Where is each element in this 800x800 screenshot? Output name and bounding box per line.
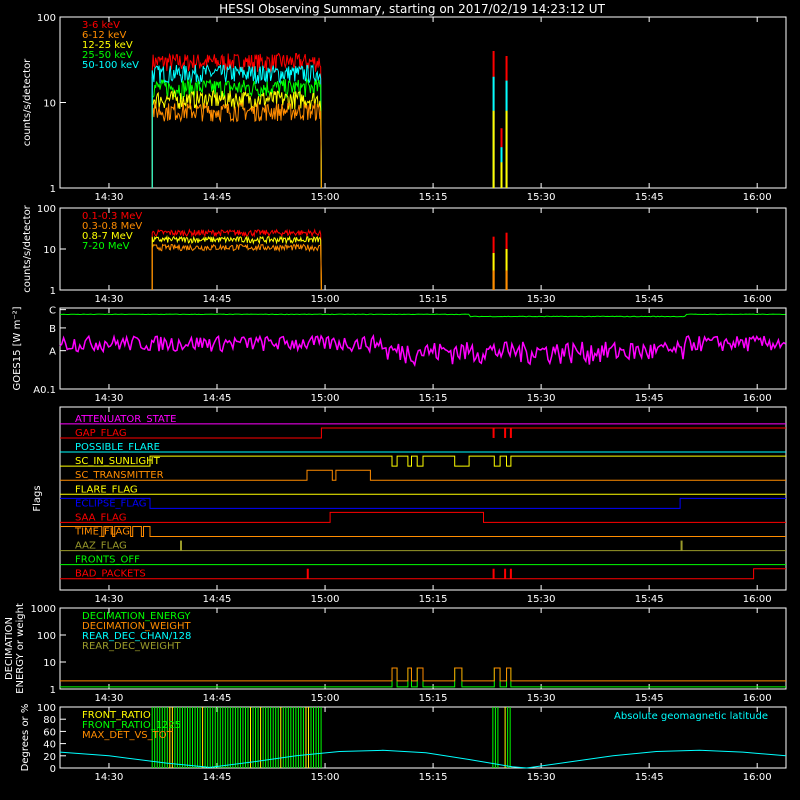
panel5-xtick-label: 16:00 [743,693,772,704]
panel5-xtick-label: 15:45 [635,693,664,704]
panel3-xtick-label: 15:00 [311,393,340,404]
panel1-xtick-label: 15:30 [527,192,556,203]
panel4-xtick-label: 16:00 [743,594,772,605]
panel3-ytick-label: B [49,324,56,335]
panel2-ylabel: counts/s/detector [22,204,33,292]
panel1-ytick-label: 10 [43,99,56,110]
panel2-xtick-label: 15:45 [635,294,664,305]
panel5-ytick-label: 1000 [31,604,56,615]
panel6-legend-item: MAX_DET_VS_TOT [82,730,174,741]
panel4-flag-label: SC_IN_SUNLIGHT [75,456,161,467]
panel5-legend-item: REAR_DEC_WEIGHT [82,641,181,652]
panel6-xtick-label: 15:45 [635,772,664,783]
panel2-xtick-label: 15:00 [311,294,340,305]
panel4-xtick-label: 14:30 [95,594,124,605]
panel4-xtick-label: 15:00 [311,594,340,605]
hessi-summary-chart: HESSI Observing Summary, starting on 201… [0,0,800,800]
panel2-xtick-label: 15:15 [419,294,448,305]
panel5-xtick-label: 14:45 [203,693,232,704]
panel5-ytick-label: 1 [50,685,56,696]
panel6-ylabel: Degrees or % [20,704,31,772]
panel5-xtick-label: 15:30 [527,693,556,704]
panel3-ytick-label: A [49,347,56,358]
panel3-xtick-label: 14:30 [95,393,124,404]
panel1-xtick-label: 16:00 [743,192,772,203]
panel2-ytick-label: 1 [50,286,56,297]
panel5-xtick-label: 15:15 [419,693,448,704]
panel4-flag-label: ECLIPSE_FLAG [75,498,146,509]
panel1-xtick-label: 15:15 [419,192,448,203]
panel3-xtick-label: 15:45 [635,393,664,404]
panel5-xtick-label: 15:00 [311,693,340,704]
panel2-ytick-label: 100 [37,204,56,215]
panel6-xtick-label: 14:30 [95,772,124,783]
panel6-ytick-label: 60 [43,727,56,738]
panel4-flag-label: GAP_FLAG [75,428,127,439]
panel4-xtick-label: 15:15 [419,594,448,605]
panel2-xtick-label: 14:30 [95,294,124,305]
panel4-flag-label: SC_TRANSMITTER [75,470,164,481]
panel5-ytick-label: 100 [37,631,56,642]
panel4-flag-label: BAD_PACKETS [75,569,146,580]
panel5-xtick-label: 14:30 [95,693,124,704]
panel3-xtick-label: 14:45 [203,393,232,404]
panel4-flag-label: ATTENUATOR_STATE [75,414,176,425]
panel6-annotation: Absolute geomagnetic latitude [614,711,768,722]
panel1-ytick-label: 1 [50,184,56,195]
panel1-ylabel: counts/s/detector [22,58,33,146]
panel6-ytick-label: 100 [37,703,56,714]
panel3-ytick-label: C [49,306,56,317]
panel4-flag-label: FRONTS_OFF [75,555,140,566]
panel2-xtick-label: 16:00 [743,294,772,305]
panel2-xtick-label: 14:45 [203,294,232,305]
panel4-flag-label: AAZ_FLAG [75,541,127,552]
panel1-xtick-label: 15:45 [635,192,664,203]
panel3-xtick-label: 16:00 [743,393,772,404]
panel4-xtick-label: 15:30 [527,594,556,605]
panel6-ytick-label: 0 [50,764,56,775]
panel4-flag-label: SAA_FLAG [75,512,126,523]
panel6-xtick-label: 14:45 [203,772,232,783]
panel2-xtick-label: 15:30 [527,294,556,305]
panel3-xtick-label: 15:15 [419,393,448,404]
panel3-ytick-label: A0.1 [33,385,56,396]
panel4-flag-label: FLARE_FLAG [75,484,138,495]
panel2-ytick-label: 10 [43,245,56,256]
panel3-ylabel: GOES15 [W m⁻²] [12,306,23,390]
panel5-ylabel-line2: ENERGY or weight [15,603,26,694]
panel2-legend-item: 7-20 MeV [82,241,130,252]
panel1-xtick-label: 15:00 [311,192,340,203]
panel3-xtick-label: 15:30 [527,393,556,404]
panel5-ytick-label: 10 [43,658,56,669]
panel6-xtick-label: 15:15 [419,772,448,783]
panel1-legend-item: 50-100 keV [82,60,139,71]
panel1-xtick-label: 14:30 [95,192,124,203]
panel4-flag-label: POSSIBLE_FLARE [75,442,160,453]
panel5-ylabel-line1: DECIMATION [4,617,15,680]
panel6-xtick-label: 15:00 [311,772,340,783]
panel4-xtick-label: 14:45 [203,594,232,605]
panel1-xtick-label: 14:45 [203,192,232,203]
panel6-xtick-label: 15:30 [527,772,556,783]
panel6-ytick-label: 40 [43,740,56,751]
chart-title: HESSI Observing Summary, starting on 201… [219,2,605,16]
panel6-ytick-label: 80 [43,715,56,726]
panel1-ytick-label: 100 [37,13,56,24]
panel6-xtick-label: 16:00 [743,772,772,783]
panel4-xtick-label: 15:45 [635,594,664,605]
panel4-ylabel: Flags [32,485,43,511]
panel6-ytick-label: 20 [43,752,56,763]
